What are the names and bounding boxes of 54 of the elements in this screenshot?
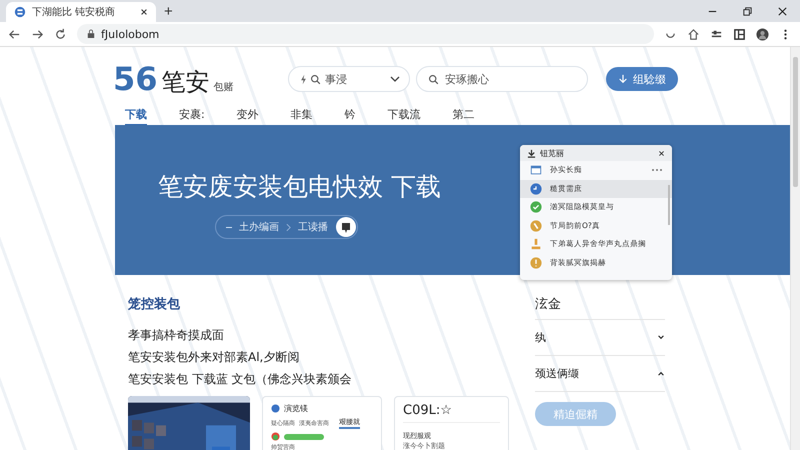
banner-title: 笔安废安装包电快效 下载	[158, 171, 441, 203]
panel-title: 钮苋丽	[540, 148, 565, 158]
scrollbar[interactable]	[790, 47, 800, 450]
download-icon	[618, 74, 628, 84]
chat-icon[interactable]	[335, 216, 357, 238]
url-text: fJuIolobom	[101, 28, 160, 40]
avatar-icon[interactable]	[756, 28, 769, 40]
search-icon	[310, 74, 321, 84]
category-select[interactable]: 事浸	[288, 66, 410, 92]
feature-text: 笔安安装包 下载蓝 文包（佛念兴块素颁会	[128, 371, 353, 388]
nav-tab[interactable]: 下载流	[388, 107, 421, 124]
close-icon[interactable]	[777, 6, 788, 17]
card-title: C09L:☆	[403, 403, 500, 423]
nav-tab[interactable]: 非集	[290, 107, 313, 124]
sidebar-title: 泫金	[535, 295, 665, 320]
lock-icon	[87, 29, 95, 39]
address-bar[interactable]: fJuIolobom	[77, 24, 654, 44]
bolt-icon	[298, 74, 309, 84]
chevron-down-icon	[390, 76, 400, 82]
restore-icon[interactable]	[742, 6, 753, 17]
home-icon[interactable]	[687, 28, 700, 40]
nav-tab[interactable]: 变外	[236, 107, 259, 124]
reload-icon[interactable]	[54, 28, 67, 40]
close-icon[interactable]	[658, 150, 665, 156]
logo-number: 56	[113, 60, 158, 98]
forward-icon[interactable]	[31, 28, 44, 40]
chevron-right-icon	[286, 222, 291, 232]
more-icon[interactable]	[650, 167, 664, 174]
download-button[interactable]: 组騐缀	[606, 67, 678, 91]
section-heading: 笼控装包	[128, 296, 181, 313]
sidebar-icon[interactable]	[733, 28, 746, 40]
nav-tab[interactable]: 第二	[452, 107, 475, 124]
status-icon	[271, 432, 280, 441]
tab-title: 下湖能比 钝安税商	[32, 6, 116, 19]
breadcrumb-link[interactable]: 工读播	[298, 220, 328, 234]
feature-text: 孝事搞枠奇摸成面	[128, 327, 225, 344]
search-icon	[428, 74, 439, 84]
breadcrumb-link[interactable]: 土办编画	[239, 220, 279, 234]
download-icon	[527, 148, 536, 158]
logo-suffix: 包赌	[214, 80, 234, 94]
accordion-item[interactable]: 颈送俩缬	[535, 356, 665, 392]
nav-tab[interactable]: 安裹:	[179, 107, 205, 124]
browser-tab[interactable]: 下湖能比 钝安税商	[6, 2, 156, 22]
search-field[interactable]: 安琢搬心	[416, 66, 588, 92]
logo-icon	[14, 6, 26, 18]
feature-text: 笔安安装包外来对部素Al,夕断阅	[128, 349, 300, 366]
logo-name: 笔安	[162, 67, 210, 98]
back-icon[interactable]	[8, 28, 21, 40]
card-title: 演览镁	[284, 403, 308, 414]
accordion-item[interactable]: 纨	[535, 320, 665, 356]
nav-tab[interactable]: 钤	[344, 107, 356, 124]
app-icon	[271, 404, 280, 413]
new-tab-button[interactable]: +	[156, 2, 181, 22]
close-icon[interactable]	[140, 8, 148, 16]
